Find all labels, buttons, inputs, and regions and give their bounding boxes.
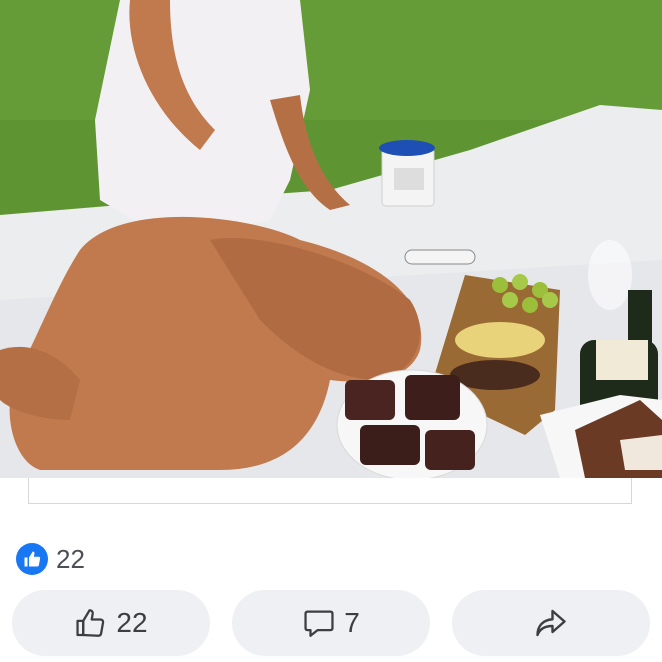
reaction-count: 22 [56,543,85,574]
comment-icon [302,606,336,640]
share-button[interactable] [452,590,650,656]
comment-button[interactable]: 7 [232,590,430,656]
post-actions-bar: 22 7 [12,590,650,656]
thumbs-up-icon [74,606,108,640]
share-arrow-icon [533,605,569,641]
picnic-photo [0,0,662,478]
post-photo[interactable] [0,0,662,478]
like-count: 22 [116,607,148,638]
like-icon [16,543,48,575]
link-preview-card[interactable] [28,478,632,504]
like-button[interactable]: 22 [12,590,210,656]
comment-count: 7 [344,607,360,638]
reaction-summary[interactable]: 22 [16,543,85,575]
